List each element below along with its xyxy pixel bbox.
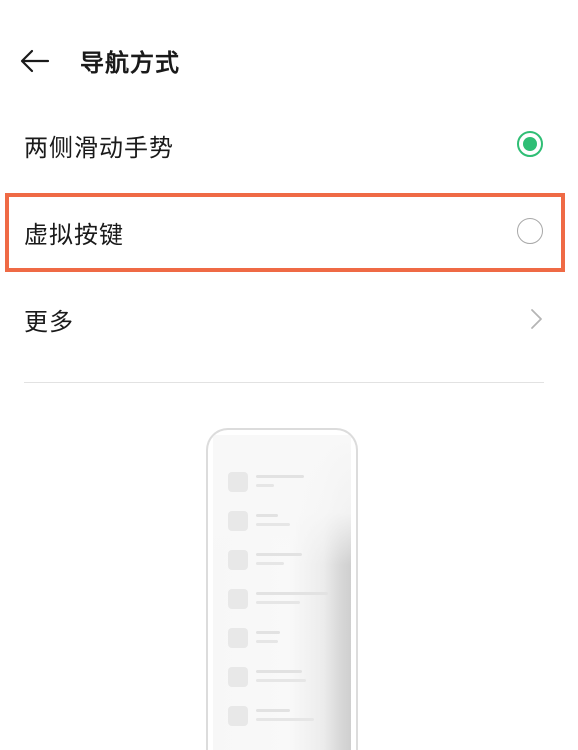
chevron-right-icon — [531, 309, 542, 329]
mock-list-item — [228, 511, 338, 531]
mock-list-item — [228, 628, 338, 648]
mock-list-item — [228, 589, 338, 609]
option-virtual-keys[interactable]: 虚拟按键 — [0, 200, 578, 262]
option-gesture-navigation[interactable]: 两侧滑动手势 — [0, 113, 578, 175]
mock-list-item — [228, 550, 338, 570]
preview-screen — [213, 435, 351, 750]
navigation-preview-illustration — [206, 428, 358, 750]
divider — [24, 382, 544, 383]
radio-unselected-icon[interactable] — [517, 218, 543, 244]
mock-list-item — [228, 472, 338, 492]
radio-selected-icon[interactable] — [517, 131, 543, 157]
option-label: 虚拟按键 — [24, 221, 124, 249]
page-title: 导航方式 — [80, 49, 180, 77]
arrow-left-icon[interactable] — [20, 48, 50, 74]
mock-list-item — [228, 706, 338, 726]
option-label: 两侧滑动手势 — [24, 134, 174, 162]
more-settings-item[interactable]: 更多 — [0, 287, 578, 349]
mock-list-item — [228, 667, 338, 687]
more-label: 更多 — [24, 308, 74, 336]
header-bar: 导航方式 — [0, 30, 578, 92]
